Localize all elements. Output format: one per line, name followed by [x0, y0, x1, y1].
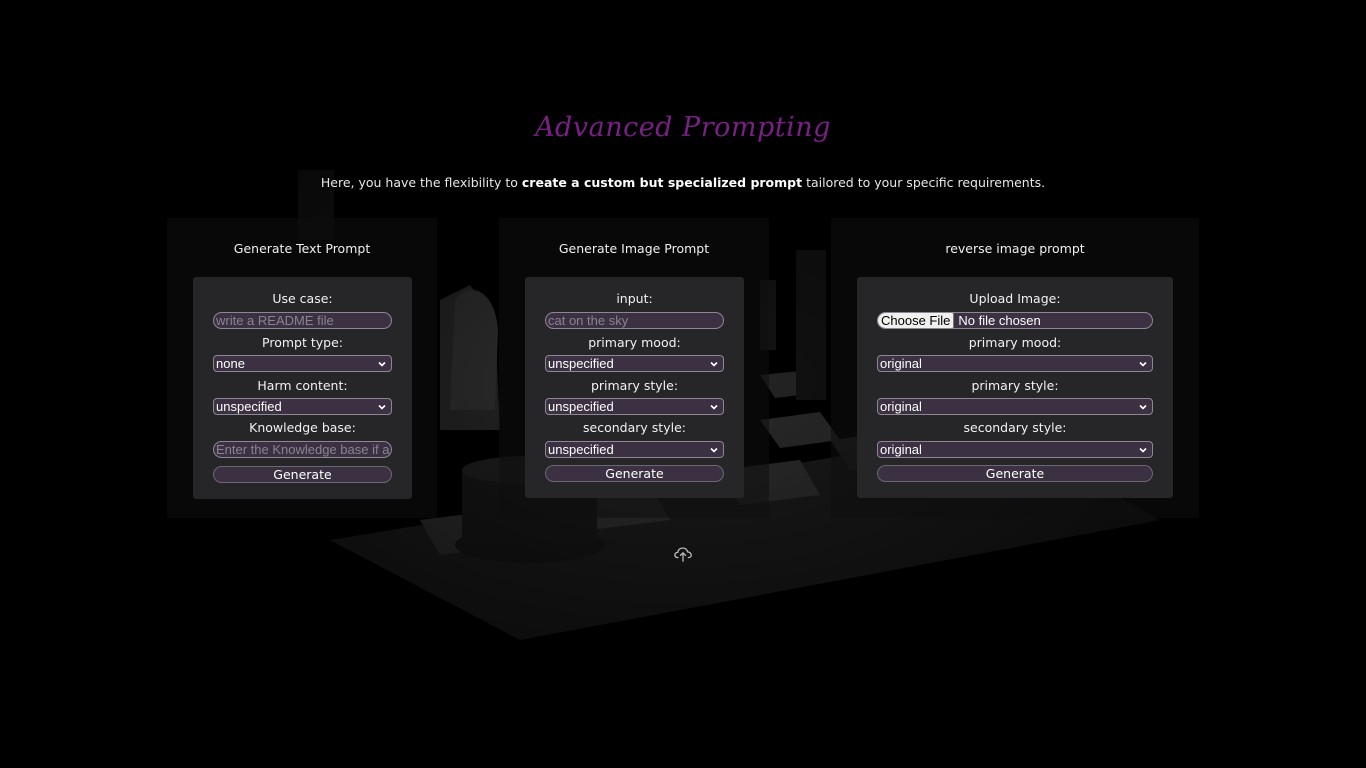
primary-style-value: unspecified	[548, 399, 614, 414]
reverse-secondary-style-label: secondary style:	[963, 420, 1067, 435]
chevron-down-icon	[378, 361, 386, 367]
image-prompt-heading: Generate Image Prompt	[558, 241, 710, 256]
text-prompt-heading: Generate Text Prompt	[233, 241, 371, 256]
upload-image-file-input[interactable]: Choose File No file chosen	[877, 312, 1153, 329]
secondary-style-label: secondary style:	[583, 420, 686, 435]
reverse-primary-style-label: primary style:	[971, 378, 1059, 393]
generate-image-prompt-button[interactable]: Generate	[545, 465, 724, 482]
reverse-primary-mood-value: original	[880, 356, 922, 371]
generate-reverse-prompt-button[interactable]: Generate	[877, 465, 1153, 482]
reverse-primary-style-select[interactable]: original	[877, 398, 1153, 415]
knowledge-base-input[interactable]: Enter the Knowledge base if a	[213, 441, 392, 458]
reverse-prompt-heading: reverse image prompt	[945, 241, 1085, 256]
prompt-type-select[interactable]: none	[213, 355, 392, 372]
prompt-type-value: none	[216, 356, 245, 371]
subtitle-emphasis: create a custom but specialized prompt	[521, 175, 803, 190]
image-input-label: input:	[616, 291, 653, 306]
harm-content-select[interactable]: unspecified	[213, 398, 392, 415]
harm-content-label: Harm content:	[257, 378, 348, 393]
cloud-upload-icon[interactable]	[672, 542, 694, 564]
harm-content-value: unspecified	[216, 399, 282, 414]
image-prompt-section: Generate Image Prompt input: cat on the …	[499, 218, 769, 518]
secondary-style-select[interactable]: unspecified	[545, 441, 724, 458]
page-subtitle: Here, you have the flexibility to create…	[0, 175, 1366, 190]
choose-file-button[interactable]: Choose File	[878, 313, 955, 328]
reverse-prompt-card: Upload Image: Choose File No file chosen…	[857, 277, 1173, 498]
file-status-text: No file chosen	[958, 313, 1041, 328]
primary-style-label: primary style:	[590, 378, 679, 393]
secondary-style-value: unspecified	[548, 442, 614, 457]
reverse-primary-mood-label: primary mood:	[968, 335, 1062, 350]
chevron-down-icon	[378, 404, 386, 410]
primary-mood-value: unspecified	[548, 356, 614, 371]
use-case-label: Use case:	[272, 291, 333, 306]
chevron-down-icon	[710, 361, 718, 367]
chevron-down-icon	[710, 404, 718, 410]
knowledge-base-label: Knowledge base:	[249, 420, 356, 435]
prompt-type-label: Prompt type:	[262, 335, 343, 350]
subtitle-text-end: tailored to your specific requirements.	[802, 175, 1046, 190]
primary-mood-label: primary mood:	[588, 335, 681, 350]
subtitle-text-start: Here, you have the flexibility to	[320, 175, 522, 190]
primary-style-select[interactable]: unspecified	[545, 398, 724, 415]
reverse-secondary-style-select[interactable]: original	[877, 441, 1153, 458]
generate-text-prompt-button[interactable]: Generate	[213, 466, 392, 483]
reverse-secondary-style-value: original	[880, 442, 922, 457]
reverse-prompt-section: reverse image prompt Upload Image: Choos…	[831, 218, 1199, 518]
reverse-primary-style-value: original	[880, 399, 922, 414]
text-prompt-card: Use case: write a README file Prompt typ…	[193, 277, 412, 499]
image-input-field[interactable]: cat on the sky	[545, 312, 724, 329]
page-title: Advanced Prompting	[535, 112, 831, 143]
chevron-down-icon	[1139, 447, 1147, 453]
primary-mood-select[interactable]: unspecified	[545, 355, 724, 372]
upload-image-label: Upload Image:	[969, 291, 1061, 306]
page: Advanced Prompting Here, you have the fl…	[0, 0, 1366, 768]
image-prompt-card: input: cat on the sky primary mood: unsp…	[525, 277, 744, 498]
chevron-down-icon	[1139, 361, 1147, 367]
chevron-down-icon	[1139, 404, 1147, 410]
reverse-primary-mood-select[interactable]: original	[877, 355, 1153, 372]
chevron-down-icon	[710, 447, 718, 453]
text-prompt-section: Generate Text Prompt Use case: write a R…	[167, 218, 437, 518]
use-case-input[interactable]: write a README file	[213, 312, 392, 329]
